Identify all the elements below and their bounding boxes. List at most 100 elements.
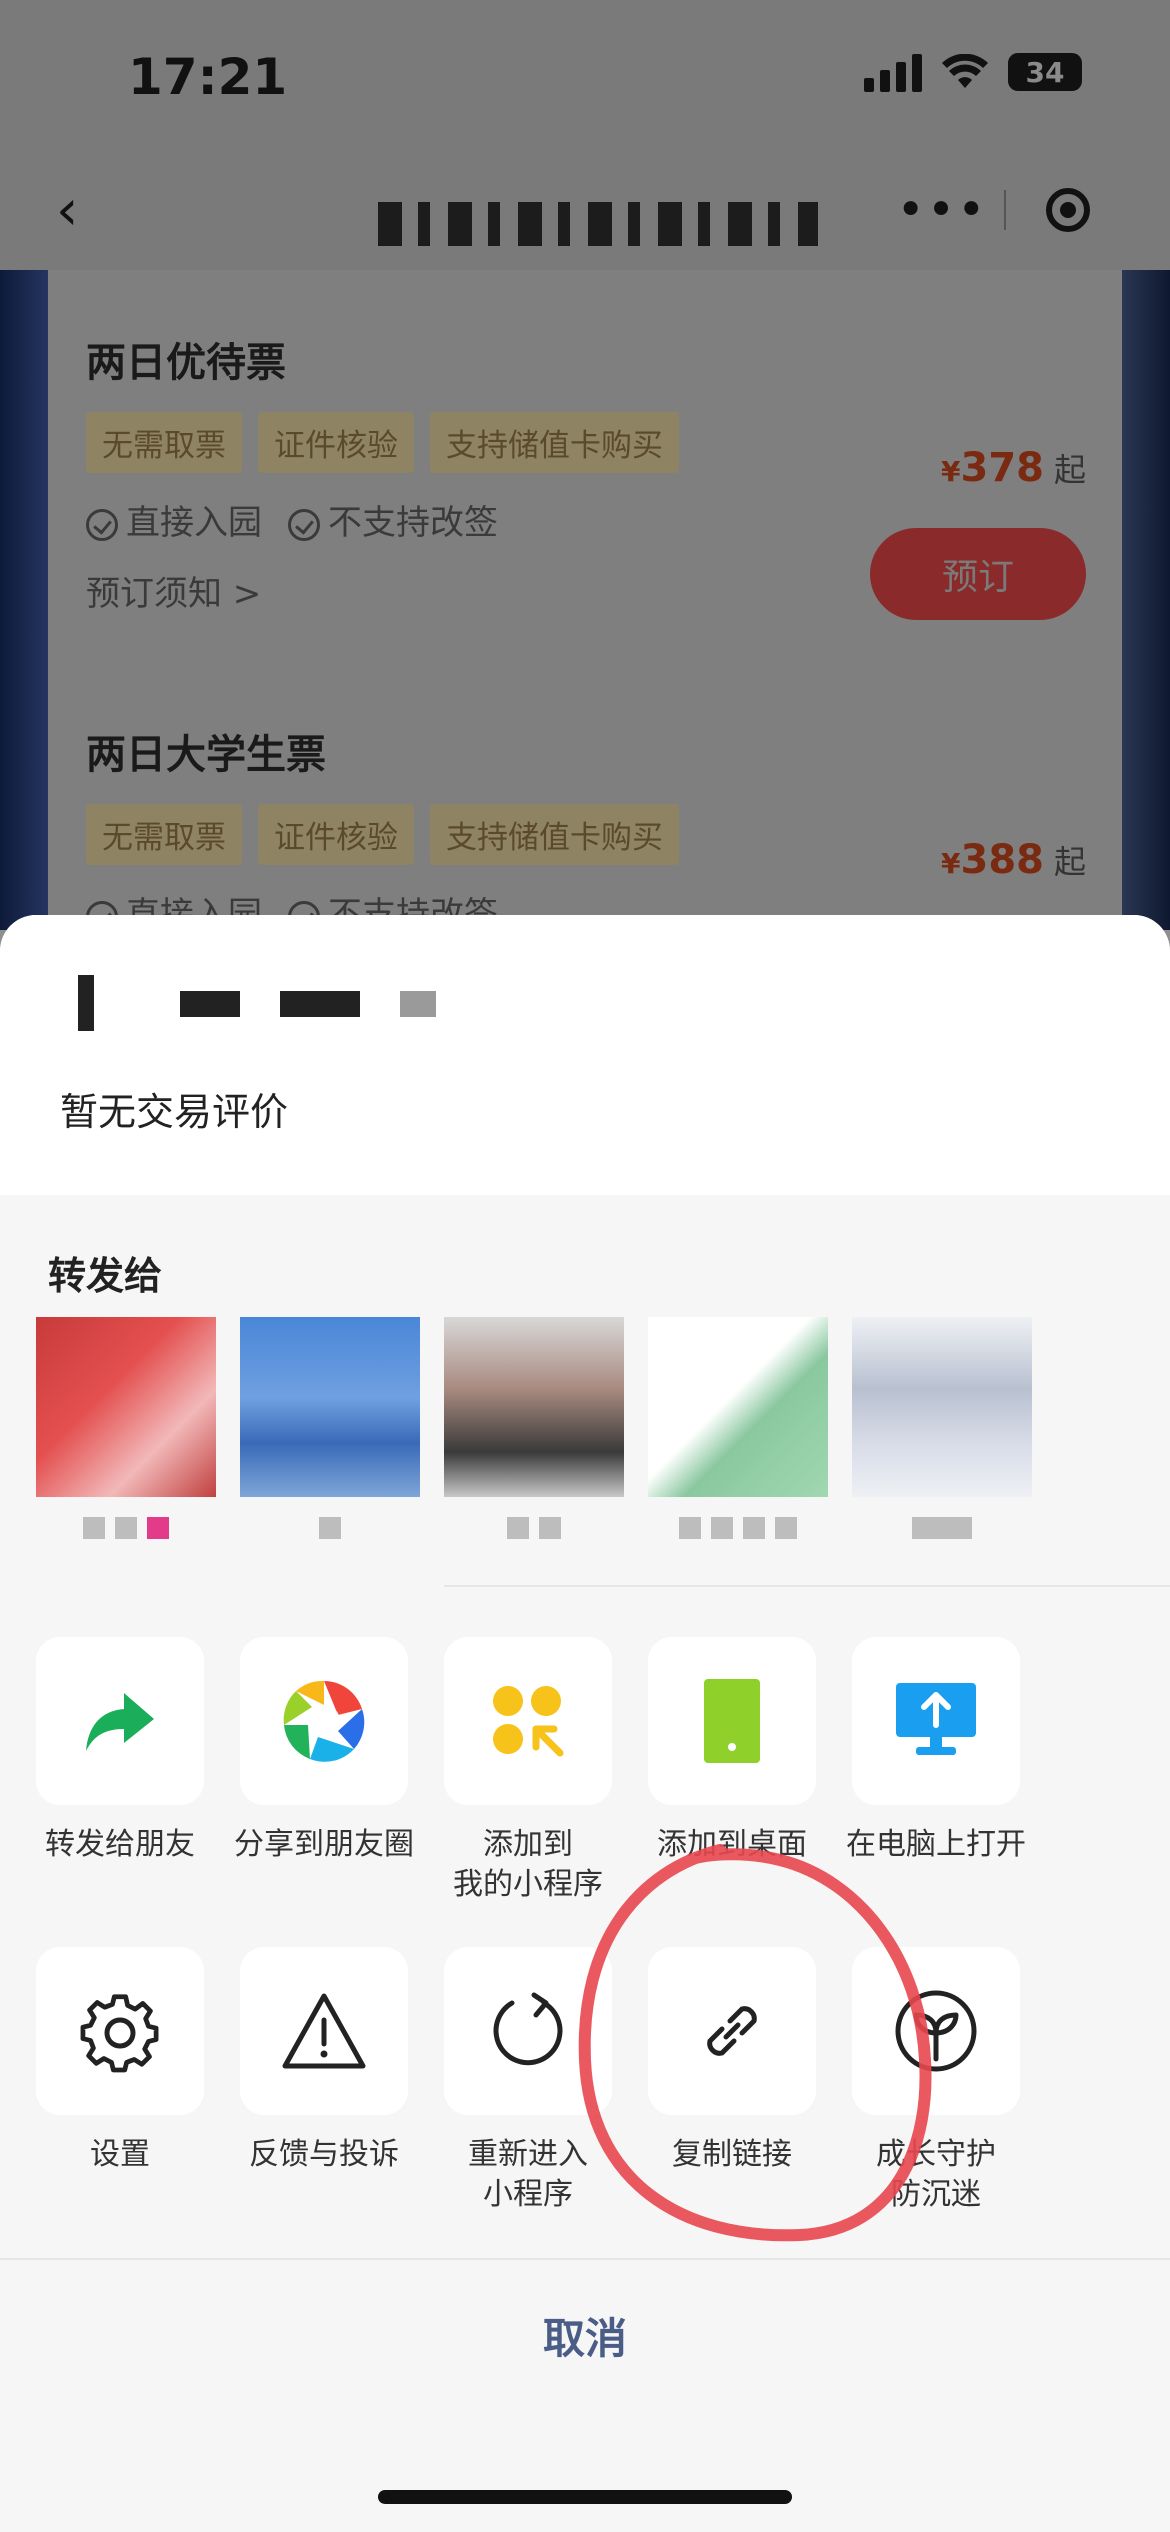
price-value: 378	[960, 445, 1044, 491]
share-to-moments-button[interactable]: 分享到朋友圈	[234, 1637, 414, 1905]
book-button[interactable]: 预订	[870, 528, 1086, 620]
feature-label: 不支持改签	[328, 503, 498, 543]
section-divider	[444, 1585, 1170, 1587]
contact-name-blurred	[648, 1517, 828, 1539]
action-row-primary: 转发给朋友 分享到朋友圈 添加到 我的小程序 添加到桌面 在电脑上打开	[36, 1637, 1136, 1905]
status-time: 17:21	[128, 48, 288, 106]
chevron-left-icon[interactable]: ‹	[56, 178, 78, 243]
action-row-secondary: 设置 反馈与投诉 重新进入 小程序 复制链接 成长守护 防沉迷	[36, 1947, 1136, 2215]
monitor-upload-icon	[896, 1683, 976, 1755]
feature-item: 直接入园	[86, 495, 262, 544]
avatar	[36, 1317, 216, 1497]
contact-name-blurred	[852, 1517, 1032, 1539]
forward-to-friend-button[interactable]: 转发给朋友	[36, 1637, 204, 1905]
ticket-tag: 无需取票	[86, 412, 242, 473]
action-tile	[36, 1637, 204, 1805]
minor-protection-button[interactable]: 成长守护 防沉迷	[852, 1947, 1020, 2215]
action-label: 成长守护 防沉迷	[876, 2137, 996, 2212]
currency-symbol: ¥	[941, 455, 961, 488]
action-label: 重新进入 小程序	[468, 2137, 588, 2212]
action-tile	[648, 1947, 816, 2115]
price-suffix: 起	[1053, 451, 1086, 489]
page-title-blurred	[378, 202, 818, 246]
status-icons: 34	[864, 52, 1082, 92]
battery-icon: 34	[1008, 53, 1082, 91]
copy-link-button[interactable]: 复制链接	[648, 1947, 816, 2215]
ticket-tag: 证件核验	[258, 804, 414, 865]
action-label: 复制链接	[672, 2137, 792, 2172]
feedback-complaint-button[interactable]: 反馈与投诉	[240, 1947, 408, 2215]
action-label: 转发给朋友	[45, 1827, 195, 1862]
background-page: 17:21 34 ‹ ••• 两日优待票 无需取票 证件核验 支持储值卡购买 直…	[0, 0, 1170, 930]
action-tile	[648, 1637, 816, 1805]
share-to-label: 转发给	[48, 1254, 163, 1298]
nav-bar: ‹ •••	[0, 150, 1170, 270]
ticket-title: 两日大学生票	[86, 732, 326, 778]
reload-icon	[493, 1992, 563, 2066]
target-icon[interactable]	[1006, 188, 1130, 232]
action-label: 添加到桌面	[657, 1827, 807, 1862]
contact-name-blurred	[240, 1517, 420, 1539]
feature-label: 直接入园	[126, 503, 262, 543]
contact-item[interactable]	[648, 1317, 828, 1539]
check-circle-icon	[86, 508, 118, 541]
action-tile	[444, 1947, 612, 2115]
action-tile	[444, 1637, 612, 1805]
open-on-pc-button[interactable]: 在电脑上打开	[846, 1637, 1026, 1905]
moments-aperture-icon	[283, 1680, 365, 1762]
ticket-title: 两日优待票	[86, 340, 286, 386]
no-review-text: 暂无交易评价	[60, 1090, 289, 1134]
reenter-miniprogram-button[interactable]: 重新进入 小程序	[444, 1947, 612, 2215]
action-label: 在电脑上打开	[846, 1827, 1026, 1862]
cellular-signal-icon	[864, 52, 922, 92]
target-dot	[1060, 202, 1076, 218]
add-to-desktop-button[interactable]: 添加到桌面	[648, 1637, 816, 1905]
cancel-button[interactable]: 取消	[0, 2260, 1170, 2410]
gear-icon	[80, 1994, 159, 2073]
action-tile	[852, 1637, 1020, 1805]
contact-name-blurred	[36, 1517, 216, 1539]
sprout-icon	[895, 1990, 977, 2072]
action-label: 反馈与投诉	[249, 2137, 399, 2172]
price-value: 388	[960, 837, 1044, 883]
warning-triangle-icon	[282, 1993, 366, 2069]
ticket-item: 两日大学生票 无需取票 证件核验 支持储值卡购买 直接入园 不支持改签	[86, 722, 1086, 930]
add-miniprogram-icon	[493, 1686, 564, 1757]
action-label: 分享到朋友圈	[234, 1827, 414, 1862]
avatar	[444, 1317, 624, 1497]
contact-item[interactable]	[444, 1317, 624, 1539]
status-bar: 17:21 34	[0, 0, 1170, 150]
action-label: 设置	[90, 2137, 150, 2172]
price-suffix: 起	[1053, 843, 1086, 881]
avatar	[240, 1317, 420, 1497]
recent-contacts	[36, 1317, 1032, 1539]
link-icon	[707, 2006, 757, 2056]
miniprogram-name-blurred	[60, 975, 460, 1031]
settings-button[interactable]: 设置	[36, 1947, 204, 2215]
target-ring	[1046, 188, 1090, 232]
avatar	[648, 1317, 828, 1497]
ticket-tags: 无需取票 证件核验 支持储值卡购买	[86, 804, 1086, 865]
action-tile	[240, 1947, 408, 2115]
contact-item[interactable]	[240, 1317, 420, 1539]
ticket-tag: 无需取票	[86, 804, 242, 865]
action-tile	[240, 1637, 408, 1805]
contact-item[interactable]	[36, 1317, 216, 1539]
currency-symbol: ¥	[941, 847, 961, 880]
ticket-tag: 支持储值卡购买	[430, 804, 679, 865]
share-action-sheet: 暂无交易评价 转发给 转发给朋友 分享到朋友圈 添加到 我的小程序 添加到桌面 …	[0, 915, 1170, 2532]
ticket-tag: 支持储值卡购买	[430, 412, 679, 473]
action-tile	[852, 1947, 1020, 2115]
ticket-tag: 证件核验	[258, 412, 414, 473]
ticket-price: ¥388 起	[941, 837, 1086, 883]
more-dots-icon[interactable]: •••	[880, 182, 1004, 238]
home-indicator[interactable]	[378, 2490, 792, 2504]
ticket-tags: 无需取票 证件核验 支持储值卡购买	[86, 412, 1086, 473]
ticket-price: ¥378 起	[941, 445, 1086, 491]
avatar	[852, 1317, 1032, 1497]
action-label: 添加到 我的小程序	[453, 1827, 603, 1902]
feature-item: 不支持改签	[288, 495, 498, 544]
miniprogram-capsule: •••	[880, 174, 1130, 246]
add-to-my-miniprogram-button[interactable]: 添加到 我的小程序	[444, 1637, 612, 1905]
contact-item[interactable]	[852, 1317, 1032, 1539]
